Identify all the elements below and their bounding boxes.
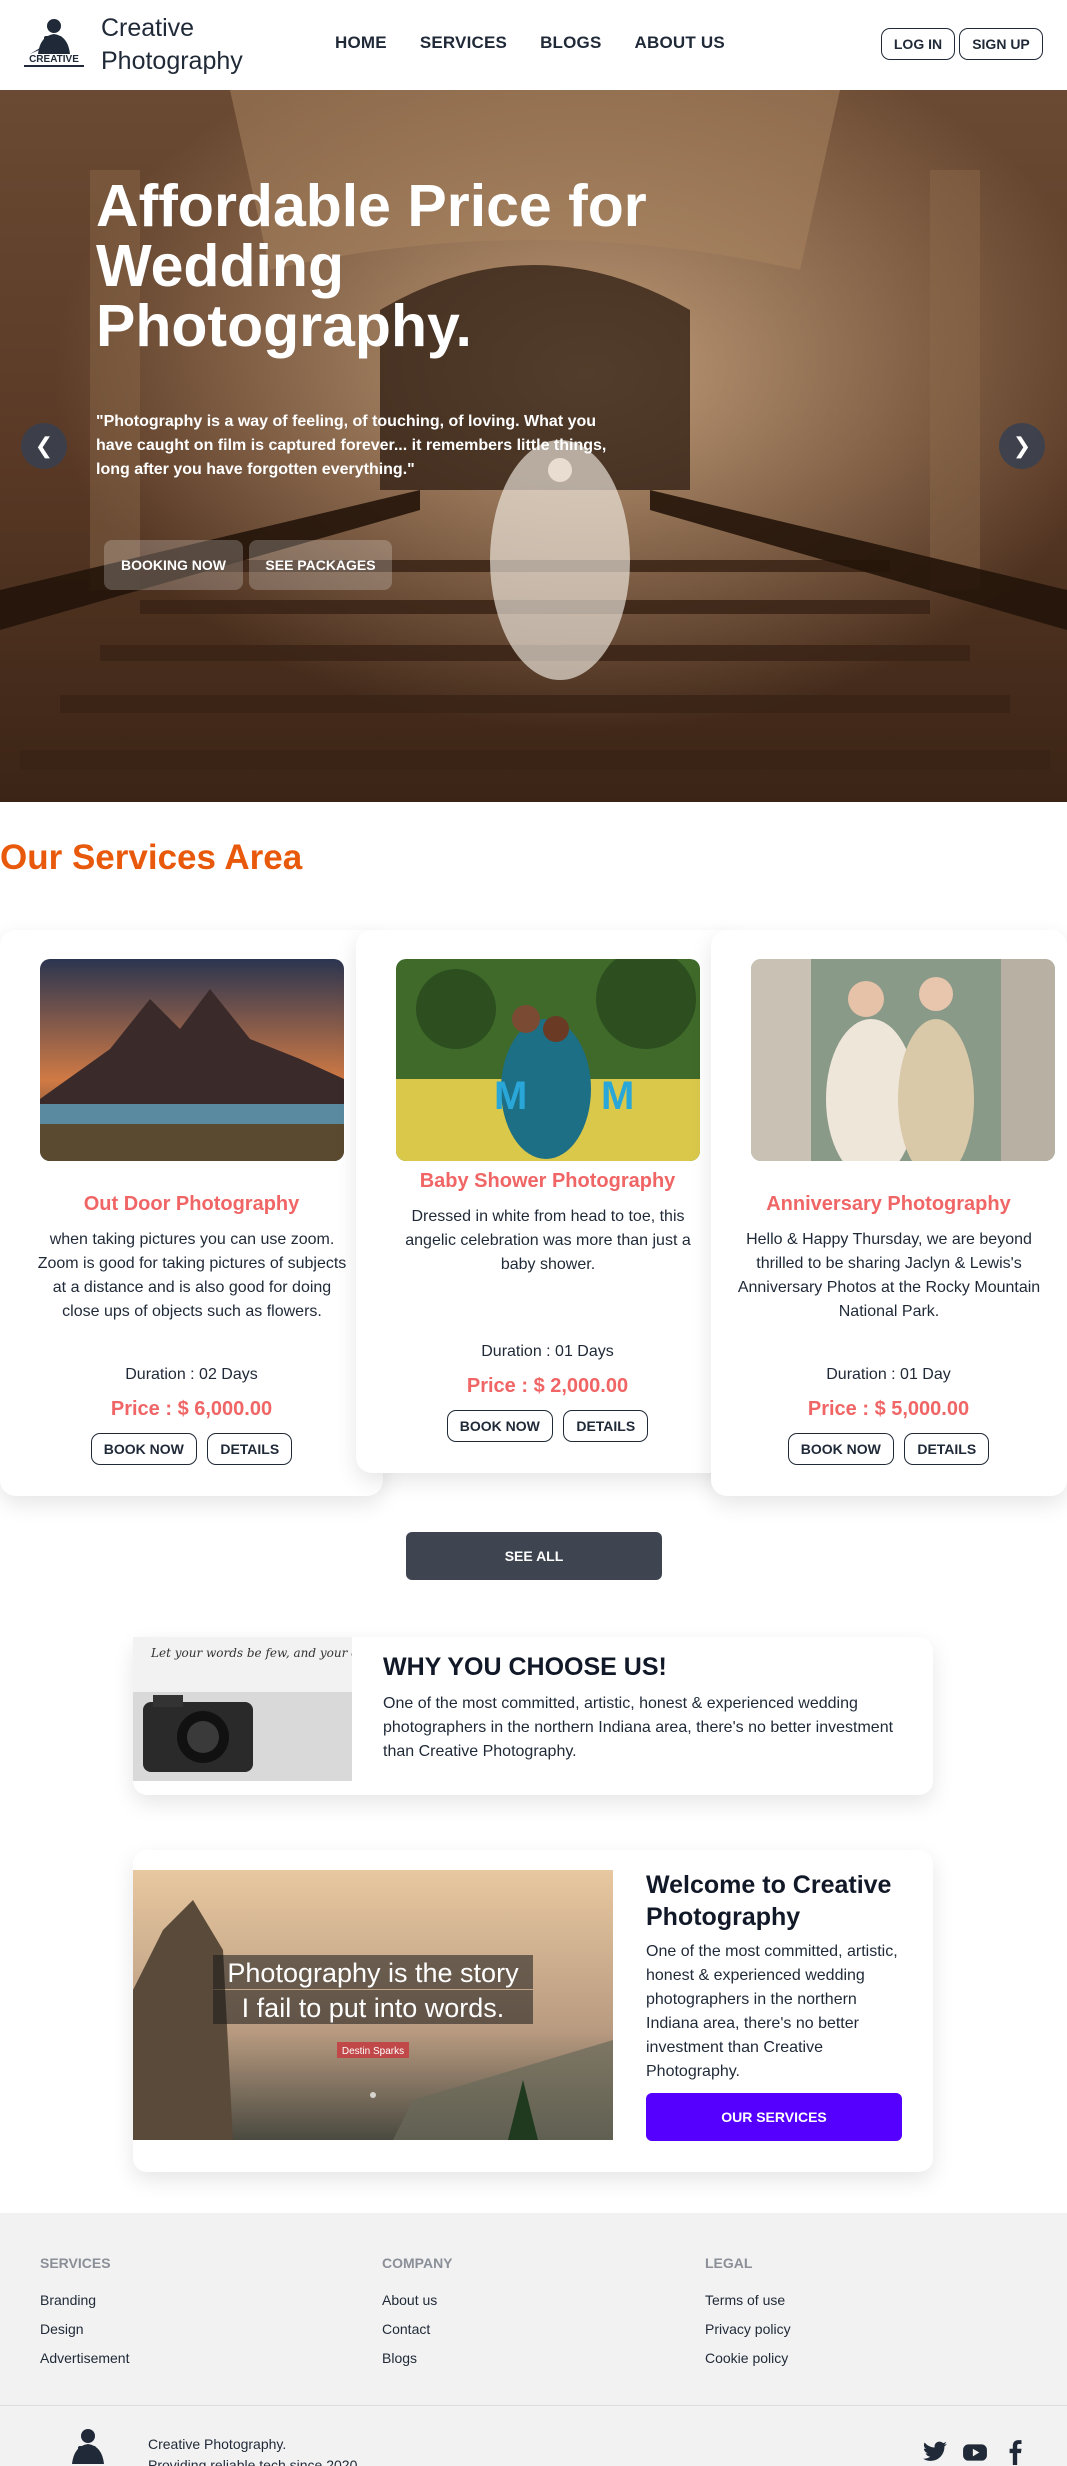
welcome-quote-line1: Photography is the story <box>227 1958 519 1988</box>
see-packages-button[interactable]: SEE PACKAGES <box>249 540 392 590</box>
footer-heading: COMPANY <box>382 2255 453 2271</box>
why-text: One of the most committed, artistic, hon… <box>383 1695 894 1760</box>
footer-logo-icon: CREATIVE <box>72 2429 104 2464</box>
service-desc: Dressed in white from head to toe, this … <box>405 1208 691 1273</box>
book-now-button[interactable]: BOOK NOW <box>787 1433 894 1465</box>
carousel-prev-icon[interactable]: ❮ <box>21 423 67 469</box>
brand-name[interactable]: Creative Photography <box>101 12 301 78</box>
our-services-button[interactable]: OUR SERVICES <box>646 2093 902 2141</box>
details-button[interactable]: DETAILS <box>563 1410 649 1442</box>
service-actions: BOOK NOW DETAILS <box>0 1433 383 1465</box>
footer-link-design[interactable]: Design <box>40 2321 129 2337</box>
service-image-outdoor <box>40 959 344 1161</box>
footer-link-branding[interactable]: Branding <box>40 2292 129 2308</box>
service-duration: Duration : 01 Day <box>826 1366 951 1383</box>
hero-title: Affordable Price for Wedding Photography… <box>96 173 647 359</box>
footer-link-blogs[interactable]: Blogs <box>382 2350 453 2366</box>
book-now-button[interactable]: BOOK NOW <box>446 1410 553 1442</box>
navbar: CREATIVE Creative Photography HOME SERVI… <box>0 0 1067 90</box>
facebook-icon[interactable] <box>1002 2439 1028 2465</box>
youtube-icon[interactable] <box>962 2439 988 2465</box>
service-title: Baby Shower Photography <box>419 1170 676 1192</box>
svg-text:M: M <box>601 1074 634 1118</box>
welcome-text: One of the most committed, artistic, hon… <box>646 1943 898 2080</box>
details-button[interactable]: DETAILS <box>207 1433 293 1465</box>
nav-about-us[interactable]: ABOUT US <box>635 33 725 53</box>
why-image-caption: Let your words be few, and your exposure… <box>150 1646 352 1660</box>
service-image-anniversary <box>751 959 1055 1161</box>
twitter-icon[interactable] <box>922 2439 948 2465</box>
service-actions: BOOK NOW DETAILS <box>697 1433 1067 1465</box>
footer-heading: SERVICES <box>40 2255 111 2271</box>
footer-link-about-us[interactable]: About us <box>382 2292 453 2308</box>
see-all-button[interactable]: SEE ALL <box>406 1532 662 1580</box>
welcome-quote-author: Destin Sparks <box>342 2046 404 2057</box>
service-image-baby-shower: M M <box>396 959 700 1161</box>
footer-brand-name: Creative Photography. <box>148 2436 287 2452</box>
why-choose-us: Let your words be few, and your exposure… <box>133 1637 933 1795</box>
svg-text:M: M <box>494 1074 527 1118</box>
hero-quote: "Photography is a way of feeling, of tou… <box>96 413 607 478</box>
footer-divider <box>0 2405 1067 2406</box>
footer-link-cookie[interactable]: Cookie policy <box>705 2350 791 2366</box>
footer-link-contact[interactable]: Contact <box>382 2321 453 2337</box>
why-title: WHY YOU CHOOSE US! <box>383 1653 667 1681</box>
signup-button[interactable]: SIGN UP <box>959 28 1043 60</box>
service-title: Anniversary Photography <box>766 1193 1011 1215</box>
service-card-outdoor: Out Door Photography when taking picture… <box>0 930 383 1496</box>
main-menu: HOME SERVICES BLOGS ABOUT US <box>335 33 758 53</box>
service-duration: Duration : 01 Days <box>481 1343 614 1360</box>
service-duration: Duration : 02 Days <box>125 1366 258 1383</box>
login-button[interactable]: LOG IN <box>881 28 955 60</box>
service-price: Price : $ 2,000.00 <box>466 1375 629 1397</box>
footer-heading: LEGAL <box>705 2255 753 2271</box>
footer-col-company: COMPANY About us Contact Blogs <box>382 2255 453 2379</box>
booking-now-button[interactable]: BOOKING NOW <box>104 540 243 590</box>
footer-brand: Creative Photography. Providing reliable… <box>148 2434 357 2466</box>
footer: SERVICES Branding Design Advertisement C… <box>0 2213 1067 2466</box>
footer-col-services: SERVICES Branding Design Advertisement <box>40 2255 129 2379</box>
service-price: Price : $ 6,000.00 <box>110 1398 273 1420</box>
service-desc: Hello & Happy Thursday, we are beyond th… <box>737 1231 1041 1320</box>
service-card-anniversary: Anniversary Photography Hello & Happy Th… <box>711 930 1067 1496</box>
service-actions: BOOK NOW DETAILS <box>356 1410 739 1442</box>
logo-text: CREATIVE <box>29 54 79 65</box>
welcome-section: Photography is the story I fail to put i… <box>133 1850 933 2172</box>
nav-services[interactable]: SERVICES <box>420 33 507 53</box>
why-image: Let your words be few, and your exposure… <box>133 1637 352 1781</box>
service-desc: when taking pictures you can use zoom. Z… <box>37 1231 347 1320</box>
carousel-next-icon[interactable]: ❯ <box>999 423 1045 469</box>
details-button[interactable]: DETAILS <box>904 1433 990 1465</box>
welcome-quote-line2: I fail to put into words. <box>242 1993 505 2023</box>
footer-link-advertisement[interactable]: Advertisement <box>40 2350 129 2366</box>
footer-link-terms[interactable]: Terms of use <box>705 2292 791 2308</box>
service-card-baby-shower: M M Baby Shower Photography Dressed in w… <box>356 930 739 1473</box>
service-title: Out Door Photography <box>83 1193 300 1215</box>
nav-home[interactable]: HOME <box>335 33 387 53</box>
footer-link-privacy[interactable]: Privacy policy <box>705 2321 791 2337</box>
nav-blogs[interactable]: BLOGS <box>540 33 601 53</box>
service-price: Price : $ 5,000.00 <box>807 1398 970 1420</box>
welcome-title: Welcome to Creative Photography <box>646 1871 892 1931</box>
footer-col-legal: LEGAL Terms of use Privacy policy Cookie… <box>705 2255 791 2379</box>
services-title: Our Services Area <box>0 838 303 877</box>
hero-carousel: Affordable Price for Wedding Photography… <box>0 90 1067 802</box>
welcome-image: Photography is the story I fail to put i… <box>133 1870 613 2140</box>
book-now-button[interactable]: BOOK NOW <box>90 1433 197 1465</box>
logo-icon[interactable]: CREATIVE <box>20 16 88 70</box>
footer-brand-tagline: Providing reliable tech since 2020 <box>148 2457 358 2466</box>
